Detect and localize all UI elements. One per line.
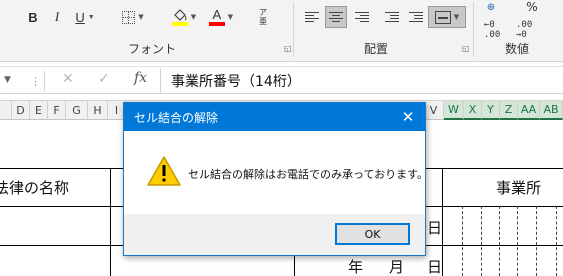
fill-bucket-icon bbox=[171, 8, 188, 26]
dialog-footer: OK bbox=[124, 214, 425, 255]
ok-button[interactable]: OK bbox=[335, 223, 410, 245]
decrease-decimal-bottom: →0 bbox=[516, 30, 527, 40]
dashed-border bbox=[517, 206, 518, 276]
chevron-down-icon: ▼ bbox=[138, 13, 144, 21]
italic-button[interactable]: I bbox=[48, 6, 66, 28]
dialog-title-bar[interactable]: セル結合の解除 bbox=[124, 103, 425, 131]
warning-icon bbox=[147, 156, 181, 186]
font-color-icon: A bbox=[208, 8, 225, 26]
chevron-down-icon: ▼ bbox=[190, 13, 197, 21]
fill-color-swatch bbox=[171, 22, 188, 26]
dialog-title: セル結合の解除 bbox=[134, 110, 219, 125]
indent-increase-button[interactable] bbox=[404, 6, 426, 28]
cell-border bbox=[442, 168, 443, 276]
formula-bar-separator bbox=[44, 71, 45, 91]
chevron-down-icon: ▼ bbox=[87, 13, 95, 21]
law-name-header-cell[interactable]: 法律の名称 bbox=[0, 177, 69, 198]
column-header-y[interactable]: Y bbox=[482, 101, 500, 120]
name-box-dropdown[interactable]: ▼ bbox=[0, 69, 22, 91]
cancel-entry-icon[interactable]: ✕ bbox=[62, 71, 74, 87]
cell-border bbox=[0, 245, 124, 246]
chevron-down-icon: ▼ bbox=[4, 75, 11, 85]
currency-icon: ⊕ bbox=[486, 1, 496, 13]
increase-decimal-button[interactable]: ←0 .00 bbox=[484, 20, 500, 40]
align-right-button[interactable] bbox=[350, 6, 372, 28]
day-label-cell[interactable]: 日 bbox=[427, 256, 442, 276]
unmerge-cells-dialog: セル結合の解除 ✕ セル結合の解除はお電話でのみ承っております。 OK bbox=[123, 102, 429, 256]
phonetic-bottom: 亜 bbox=[259, 17, 267, 26]
font-dialog-launcher-icon[interactable]: ◱ bbox=[284, 44, 292, 53]
group-separator bbox=[473, 2, 474, 57]
confirm-entry-icon[interactable]: ✓ bbox=[98, 71, 110, 87]
merge-cells-icon bbox=[434, 10, 451, 24]
column-header-z[interactable]: Z bbox=[500, 101, 518, 120]
indent-increase-icon bbox=[407, 12, 423, 22]
font-group-label: フォント bbox=[128, 42, 177, 56]
column-header-w[interactable]: W bbox=[444, 101, 464, 120]
phonetic-top: ア bbox=[259, 8, 267, 17]
percent-style-button[interactable]: % bbox=[522, 0, 542, 14]
column-header-x[interactable]: X bbox=[464, 101, 482, 120]
number-group-label: 数値 bbox=[505, 42, 530, 56]
formula-input[interactable]: 事業所番号（14桁） bbox=[160, 68, 563, 93]
phonetic-button[interactable]: ア 亜 bbox=[248, 6, 278, 28]
dashed-border bbox=[536, 206, 537, 276]
align-center-button[interactable] bbox=[325, 6, 347, 28]
dialog-body: セル結合の解除はお電話でのみ承っております。 bbox=[124, 131, 429, 214]
indent-decrease-button[interactable] bbox=[380, 6, 402, 28]
day-label-cell[interactable]: 日 bbox=[427, 217, 442, 238]
chevron-down-icon: ▼ bbox=[453, 13, 460, 21]
decrease-decimal-button[interactable]: .00 →0 bbox=[516, 20, 532, 40]
merge-center-button[interactable]: ▼ bbox=[428, 6, 466, 28]
office-header-cell[interactable]: 事業所 bbox=[496, 177, 541, 198]
insert-function-button[interactable]: fx bbox=[134, 70, 147, 86]
font-color-swatch bbox=[208, 22, 225, 26]
align-center-icon bbox=[328, 12, 344, 22]
alignment-dialog-launcher-icon[interactable]: ◱ bbox=[462, 44, 470, 53]
chevron-down-icon: ▼ bbox=[227, 13, 234, 21]
align-left-icon bbox=[305, 12, 321, 22]
group-separator bbox=[293, 2, 294, 57]
align-left-button[interactable] bbox=[302, 6, 324, 28]
column-header-aa[interactable]: AA bbox=[518, 101, 540, 120]
year-label-cell[interactable]: 年 bbox=[348, 256, 363, 276]
column-header-ab[interactable]: AB bbox=[540, 101, 563, 120]
underline-label: U bbox=[75, 9, 85, 25]
bold-button[interactable]: B bbox=[24, 6, 42, 28]
increase-decimal-bottom: .00 bbox=[484, 30, 501, 40]
fill-color-button[interactable]: ▼ bbox=[166, 6, 202, 28]
column-header-v[interactable]: V bbox=[424, 101, 444, 120]
column-header-e[interactable]: E bbox=[30, 101, 48, 120]
formula-bar: ▼ ⋮ ✕ ✓ fx 事業所番号（14桁） bbox=[0, 66, 563, 94]
indent-decrease-icon bbox=[383, 12, 399, 22]
dashed-border bbox=[499, 206, 500, 276]
cell-border bbox=[110, 168, 111, 276]
column-header-h[interactable]: H bbox=[88, 101, 108, 120]
borders-button[interactable]: ▼ bbox=[116, 6, 150, 28]
dashed-border bbox=[481, 206, 482, 276]
dashed-border bbox=[556, 206, 557, 276]
increase-decimal-top: ←0 bbox=[484, 20, 495, 30]
close-icon[interactable]: ✕ bbox=[393, 103, 423, 131]
accounting-format-button[interactable]: ⊕ bbox=[481, 0, 501, 14]
align-right-icon bbox=[353, 12, 369, 22]
column-header-d[interactable]: D bbox=[12, 101, 30, 120]
underline-button[interactable]: U ▼ bbox=[70, 6, 100, 28]
ribbon: B I U ▼ ▼ ▼ A ▼ ア 亜 フォント ◱ ▼ 配置 ◱ ⊕ % ←0… bbox=[0, 0, 563, 62]
column-header-g[interactable]: G bbox=[66, 101, 88, 120]
alignment-group-label: 配置 bbox=[364, 42, 389, 56]
column-header-f[interactable]: F bbox=[48, 101, 66, 120]
dashed-border bbox=[462, 206, 463, 276]
month-label-cell[interactable]: 月 bbox=[389, 256, 404, 276]
column-header[interactable] bbox=[0, 101, 12, 120]
formula-bar-grip-icon[interactable]: ⋮ bbox=[30, 75, 41, 88]
font-color-button[interactable]: A ▼ bbox=[204, 6, 238, 28]
dialog-message: セル結合の解除はお電話でのみ承っております。 bbox=[188, 168, 429, 181]
borders-icon bbox=[122, 10, 136, 24]
decrease-decimal-top: .00 bbox=[516, 20, 533, 30]
